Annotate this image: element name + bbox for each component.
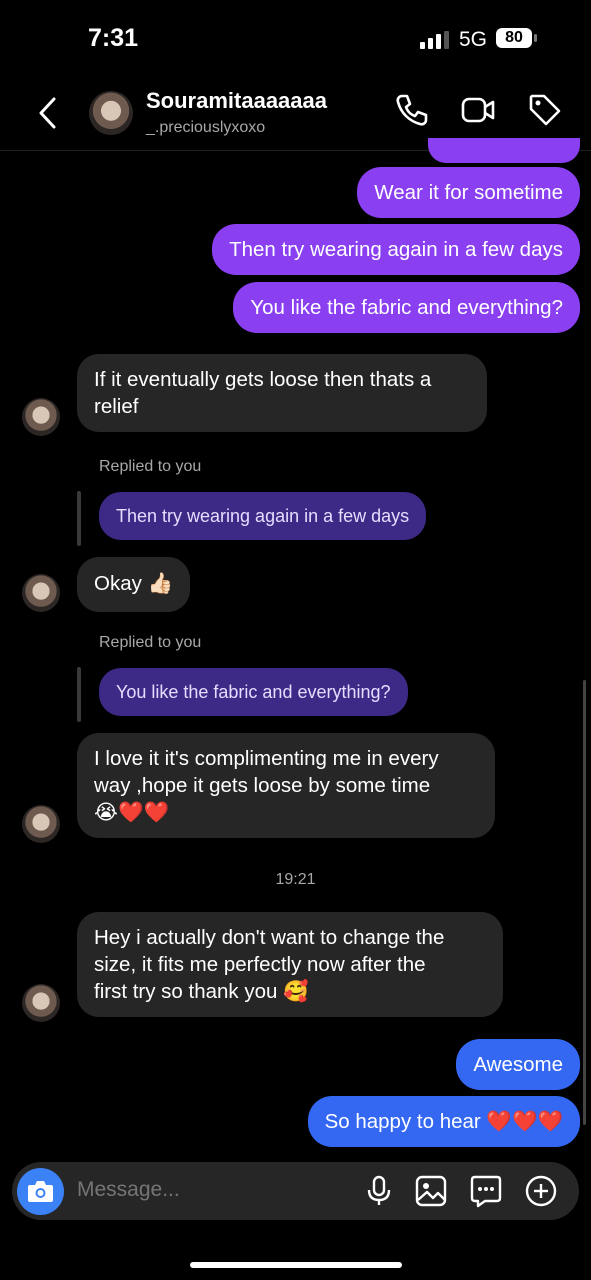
battery-level: 80	[496, 28, 532, 48]
message-text-line: relief	[94, 395, 139, 418]
add-icon[interactable]	[524, 1174, 558, 1208]
battery-icon: 80	[496, 28, 540, 50]
scrollbar[interactable]	[583, 680, 586, 1125]
message-outgoing[interactable]: So happy to hear ❤️❤️❤️	[307, 1096, 580, 1147]
cellular-signal-icon	[420, 31, 449, 49]
message-incoming[interactable]: Hey i actually don't want to change the …	[77, 912, 503, 1017]
message-incoming[interactable]: Okay 👍🏻	[77, 557, 191, 612]
message-text-line: size, it fits me perfectly now after the	[94, 953, 426, 976]
reply-bar	[77, 491, 81, 546]
reply-label: Replied to you	[99, 634, 202, 651]
message-text-line: I love it it's complimenting me in every	[94, 747, 439, 770]
network-type: 5G	[459, 28, 488, 51]
message-input[interactable]	[77, 1178, 337, 1202]
message-outgoing[interactable]: Awesome	[456, 1039, 580, 1090]
camera-button[interactable]	[17, 1168, 64, 1215]
message-text-line: Hey i actually don't want to change the	[94, 926, 445, 949]
sticker-icon[interactable]	[469, 1174, 503, 1208]
status-time: 7:31	[88, 24, 139, 52]
contact-name[interactable]: Souramitaaaaaaa	[146, 88, 327, 114]
sender-avatar[interactable]	[22, 805, 60, 843]
reply-quote[interactable]: You like the fabric and everything?	[99, 668, 408, 716]
tag-icon[interactable]	[527, 92, 563, 128]
phone-icon[interactable]	[393, 92, 429, 128]
message-outgoing[interactable]: You like the fabric and everything?	[233, 282, 580, 333]
message-text-line: If it eventually gets loose then thats a	[94, 368, 432, 391]
microphone-icon[interactable]	[362, 1174, 396, 1208]
back-icon[interactable]	[36, 96, 60, 130]
sender-avatar[interactable]	[22, 398, 60, 436]
message-incoming[interactable]: I love it it's complimenting me in every…	[77, 733, 495, 838]
home-indicator[interactable]	[190, 1262, 402, 1268]
partial-message-bubble	[428, 138, 580, 163]
message-incoming[interactable]: If it eventually gets loose then thats a…	[77, 354, 487, 432]
message-text-line: 😭❤️❤️	[94, 801, 170, 824]
message-text-line: first try so thank you 🥰	[94, 980, 309, 1003]
message-outgoing[interactable]: Then try wearing again in a few days	[212, 224, 580, 275]
reply-quote[interactable]: Then try wearing again in a few days	[99, 492, 427, 540]
camera-icon	[28, 1181, 53, 1202]
sender-avatar[interactable]	[22, 574, 60, 612]
contact-avatar[interactable]	[89, 91, 133, 135]
message-outgoing[interactable]: Wear it for sometime	[357, 167, 580, 218]
sender-avatar[interactable]	[22, 984, 60, 1022]
message-timestamp: 19:21	[275, 871, 316, 888]
gallery-icon[interactable]	[414, 1174, 448, 1208]
message-text-line: way ,hope it gets loose by some time	[94, 774, 431, 797]
reply-bar	[77, 667, 81, 722]
video-call-icon[interactable]	[460, 92, 496, 128]
reply-label: Replied to you	[99, 458, 202, 475]
contact-username[interactable]: _.preciouslyxoxo	[146, 119, 265, 137]
